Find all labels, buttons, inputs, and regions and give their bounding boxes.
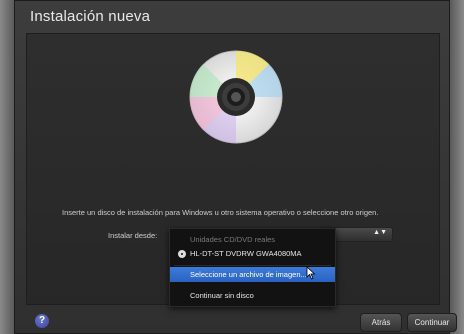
instruction-text: Inserte un disco de instalación para Win… (62, 208, 379, 217)
popup-arrows-icon: ▲▼ (373, 229, 387, 236)
assistant-window: Instalación nueva Inserte un disco de in… (14, 0, 457, 334)
window-title: Instalación nueva (30, 8, 151, 25)
install-from-label: Instalar desde: (108, 231, 158, 240)
menu-item-continue-without-disk[interactable]: Continuar sin disco (170, 289, 335, 303)
menu-item-dvd-drive[interactable]: HL-DT-ST DVDRW GWA4080MA (170, 247, 335, 261)
disc-icon (178, 250, 186, 258)
help-button[interactable]: ? (35, 314, 49, 328)
pointer-cursor-icon (306, 266, 316, 280)
background-right (450, 0, 464, 334)
menu-item-dvd-drive-label: HL-DT-ST DVDRW GWA4080MA (190, 249, 302, 258)
background-left (0, 0, 14, 334)
back-button[interactable]: Atrás (360, 313, 402, 332)
continue-button[interactable]: Continuar (407, 313, 457, 332)
menu-section-header: Unidades CD/DVD reales (190, 235, 276, 244)
cd-disc-icon (189, 50, 283, 144)
